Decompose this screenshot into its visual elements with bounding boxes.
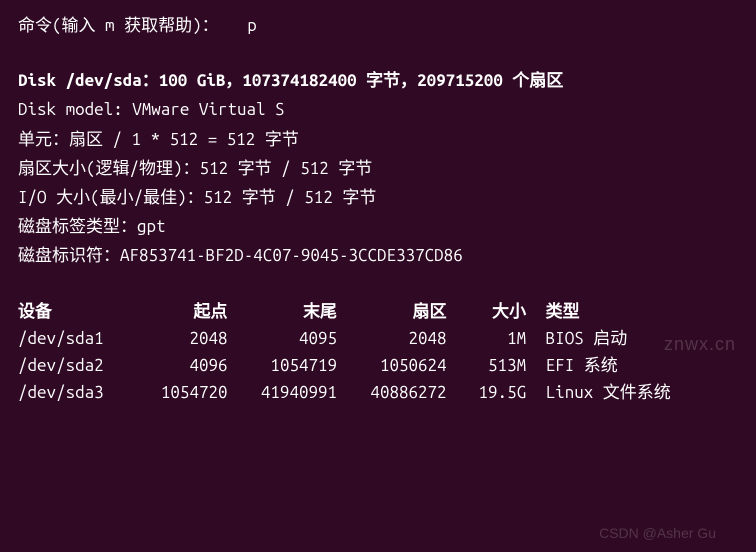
header-end: 末尾 <box>237 298 337 325</box>
cell-size: 19.5G <box>456 379 526 406</box>
header-sectors: 扇区 <box>347 298 447 325</box>
cell-device: /dev/sda3 <box>18 379 128 406</box>
header-size: 大小 <box>456 298 526 325</box>
cell-sectors: 40886272 <box>347 379 447 406</box>
cell-start: 4096 <box>138 352 228 379</box>
cell-end: 4095 <box>237 325 337 352</box>
disk-io-size: I/O 大小(最小/最佳)：512 字节 / 512 字节 <box>18 184 738 211</box>
cell-size: 1M <box>456 325 526 352</box>
header-start: 起点 <box>138 298 228 325</box>
table-row: /dev/sda2 4096 1054719 1050624 513M EFI … <box>18 352 738 379</box>
cell-end: 1054719 <box>237 352 337 379</box>
disk-model: Disk model: VMware Virtual S <box>18 96 738 123</box>
cell-type: Linux 文件系统 <box>536 379 671 406</box>
disk-sector-size: 扇区大小(逻辑/物理)：512 字节 / 512 字节 <box>18 155 738 182</box>
cell-device: /dev/sda2 <box>18 352 128 379</box>
disk-header: Disk /dev/sda：100 GiB，107374182400 字节，20… <box>18 67 738 94</box>
prompt-label: 命令(输入 m 获取帮助)： <box>18 16 219 35</box>
cell-end: 41940991 <box>237 379 337 406</box>
cell-sectors: 1050624 <box>347 352 447 379</box>
disk-label-type: 磁盘标签类型：gpt <box>18 213 738 240</box>
table-row: /dev/sda3 1054720 41940991 40886272 19.5… <box>18 379 738 406</box>
header-type: 类型 <box>536 298 580 325</box>
disk-identifier: 磁盘标识符：AF853741-BF2D-4C07-9045-3CCDE337CD… <box>18 242 738 269</box>
disk-unit: 单元：扇区 / 1 * 512 = 512 字节 <box>18 126 738 153</box>
cell-start: 1054720 <box>138 379 228 406</box>
disk-info-block: Disk /dev/sda：100 GiB，107374182400 字节，20… <box>18 67 738 269</box>
command-prompt-line: 命令(输入 m 获取帮助)： p <box>18 12 738 39</box>
cell-size: 513M <box>456 352 526 379</box>
cell-type: BIOS 启动 <box>536 325 628 352</box>
partition-table: 设备 起点 末尾 扇区 大小 类型 /dev/sda1 2048 4095 20… <box>18 298 738 407</box>
prompt-input[interactable]: p <box>247 16 257 35</box>
cell-device: /dev/sda1 <box>18 325 128 352</box>
table-header-row: 设备 起点 末尾 扇区 大小 类型 <box>18 298 738 325</box>
header-device: 设备 <box>18 298 128 325</box>
table-row: /dev/sda1 2048 4095 2048 1M BIOS 启动 <box>18 325 738 352</box>
cell-start: 2048 <box>138 325 228 352</box>
cell-sectors: 2048 <box>347 325 447 352</box>
cell-type: EFI 系统 <box>536 352 618 379</box>
watermark-author: CSDN @Asher Gu <box>599 522 716 544</box>
